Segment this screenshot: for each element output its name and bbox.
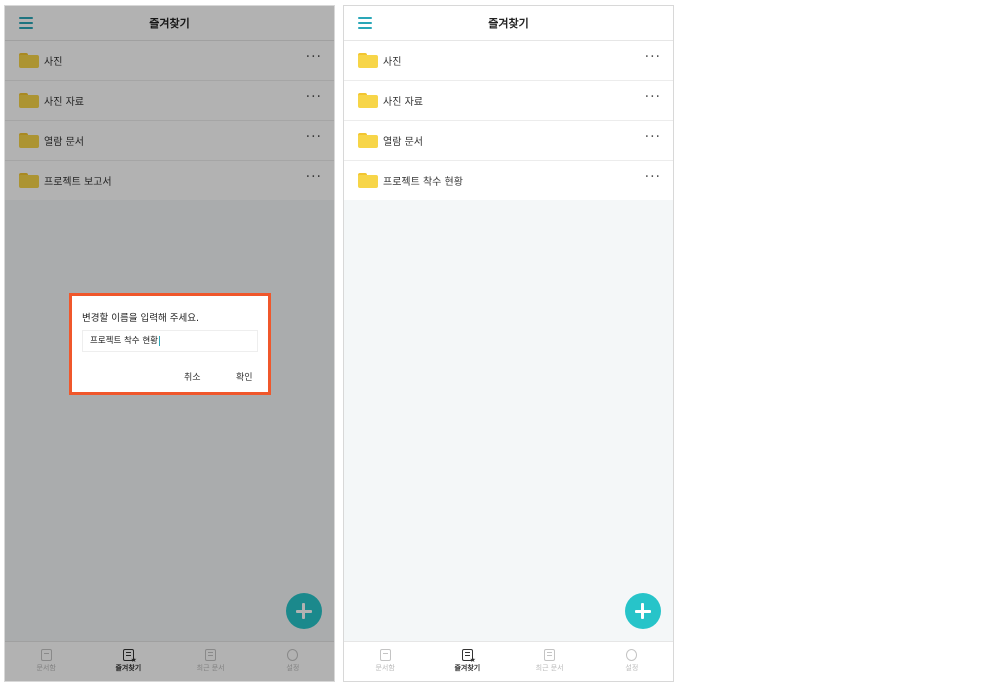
folder-icon [358, 53, 378, 68]
app-header: 즐겨찾기 [344, 6, 673, 41]
phone-screen-right: 즐겨찾기 사진 ··· 사진 자료 ··· 열람 문서 ··· 프로젝트 착수 … [343, 5, 674, 682]
nav-item-favorites[interactable]: ★ 즐겨찾기 [426, 642, 508, 681]
folder-name: 프로젝트 착수 현황 [383, 177, 463, 188]
rename-input-value: 프로젝트 착수 현황 [90, 336, 158, 346]
nav-item-recent[interactable]: 최근 문서 [509, 642, 591, 681]
bottom-navigation: 문서함 ★ 즐겨찾기 최근 문서 설정 [344, 641, 673, 681]
nav-item-documents[interactable]: 문서함 [344, 642, 426, 681]
nav-label: 설정 [625, 664, 639, 672]
nav-label: 문서함 [375, 664, 395, 672]
more-options-icon[interactable]: ··· [645, 50, 661, 64]
folder-name: 열람 문서 [383, 137, 423, 148]
more-options-icon[interactable]: ··· [645, 90, 661, 104]
folder-list: 사진 ··· 사진 자료 ··· 열람 문서 ··· 프로젝트 착수 현황 ··… [344, 41, 673, 200]
dialog-prompt: 변경할 이름을 입력해 주세요. [82, 313, 199, 324]
more-options-icon[interactable]: ··· [645, 170, 661, 184]
folder-name: 사진 [383, 57, 402, 68]
folder-item[interactable]: 사진 ··· [344, 41, 673, 81]
nav-label: 즐겨찾기 [454, 664, 481, 672]
folder-item[interactable]: 사진 자료 ··· [344, 81, 673, 121]
document-box-icon [379, 649, 391, 661]
cancel-button[interactable]: 취소 [184, 370, 201, 383]
nav-label: 최근 문서 [535, 664, 564, 672]
folder-item[interactable]: 열람 문서 ··· [344, 121, 673, 161]
rename-dialog: 변경할 이름을 입력해 주세요. 프로젝트 착수 현황 취소 확인 [69, 293, 271, 395]
page-title: 즐겨찾기 [488, 17, 529, 30]
phone-screen-left: 즐겨찾기 사진 ··· 사진 자료 ··· 열람 문서 ··· 프로젝트 보고서… [4, 5, 335, 682]
folder-item[interactable]: 프로젝트 착수 현황 ··· [344, 161, 673, 200]
confirm-button[interactable]: 확인 [236, 370, 253, 383]
folder-icon [358, 173, 378, 188]
rename-input[interactable]: 프로젝트 착수 현황 [82, 330, 258, 352]
add-button[interactable] [625, 593, 661, 629]
recent-document-icon [544, 649, 556, 661]
folder-icon [358, 93, 378, 108]
text-caret [158, 335, 160, 346]
folder-icon [358, 133, 378, 148]
favorite-document-icon: ★ [461, 649, 476, 664]
gear-icon [626, 649, 638, 661]
folder-name: 사진 자료 [383, 97, 423, 108]
more-options-icon[interactable]: ··· [645, 130, 661, 144]
nav-item-settings[interactable]: 설정 [591, 642, 673, 681]
